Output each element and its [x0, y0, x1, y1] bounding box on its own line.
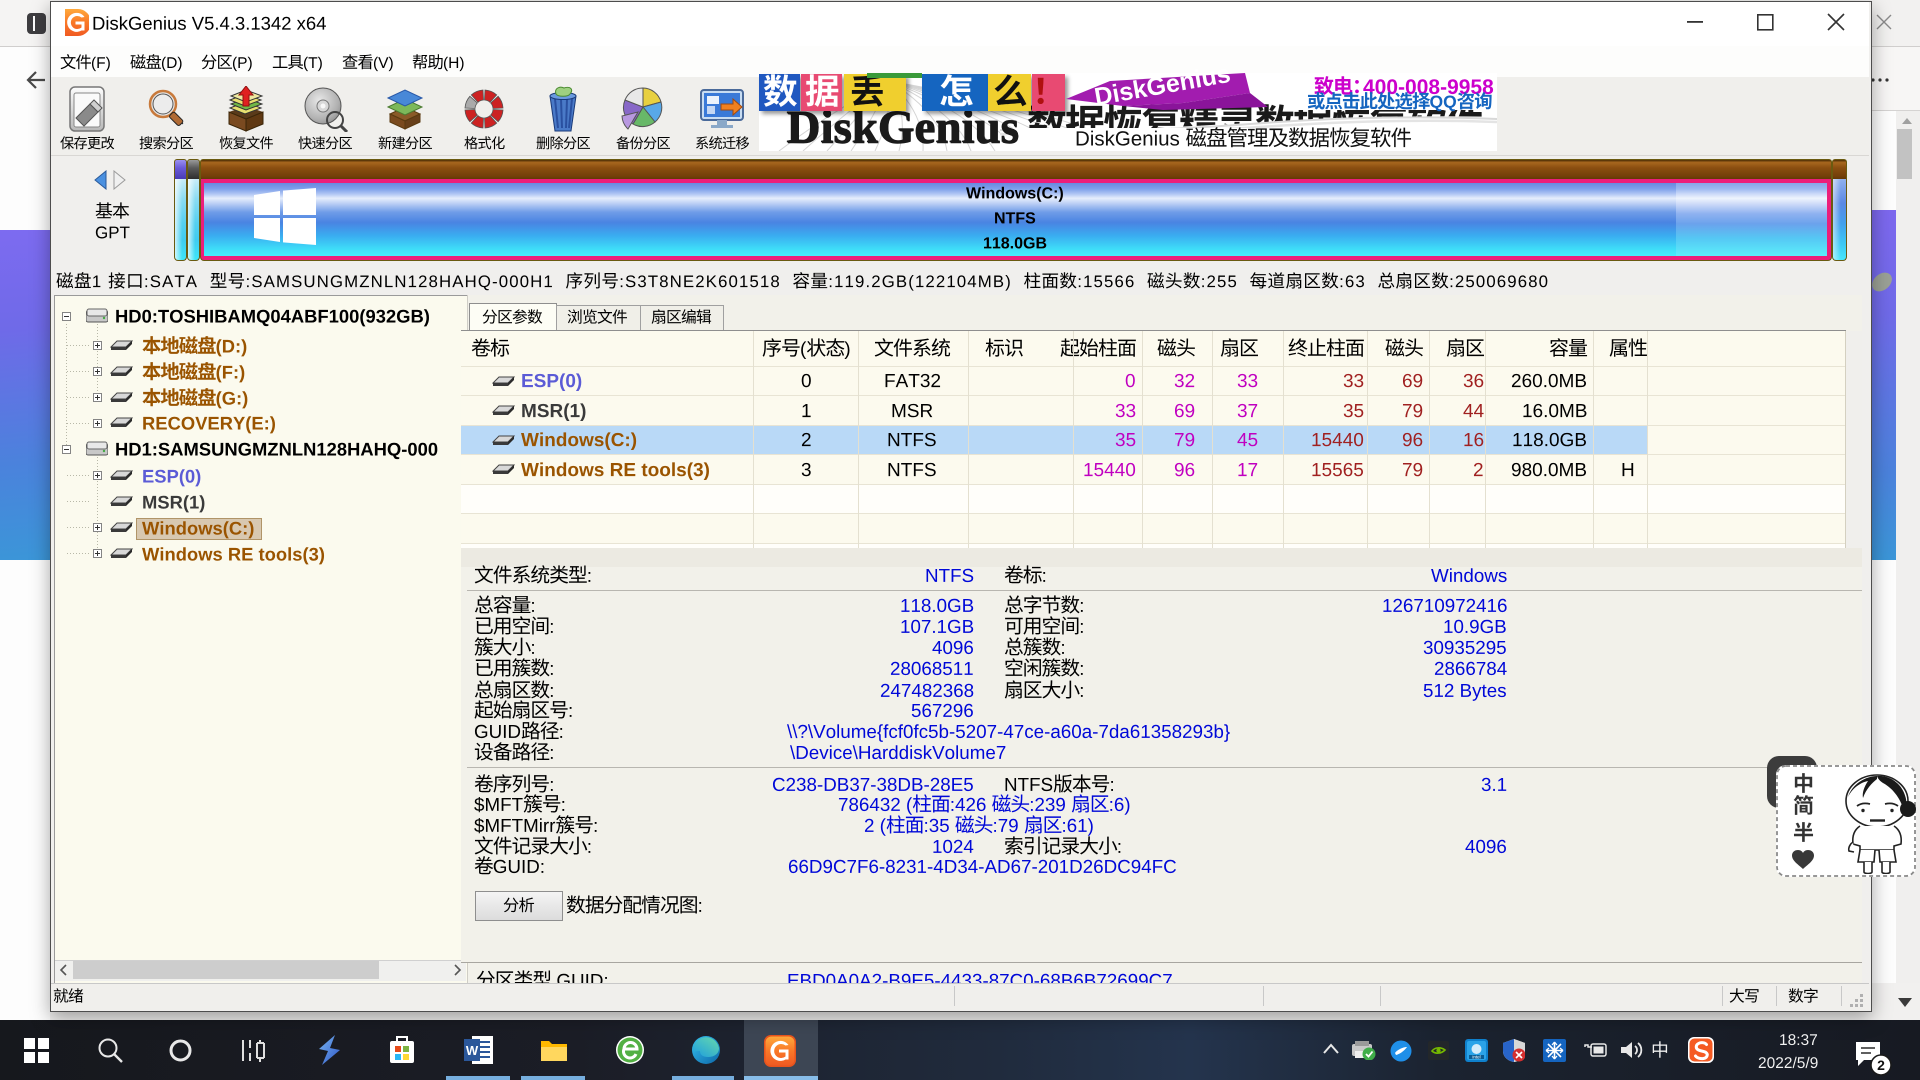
svg-text:2: 2 — [1877, 1057, 1885, 1073]
svg-text:W: W — [466, 1043, 479, 1058]
svg-text:intel: intel — [1472, 1055, 1480, 1060]
